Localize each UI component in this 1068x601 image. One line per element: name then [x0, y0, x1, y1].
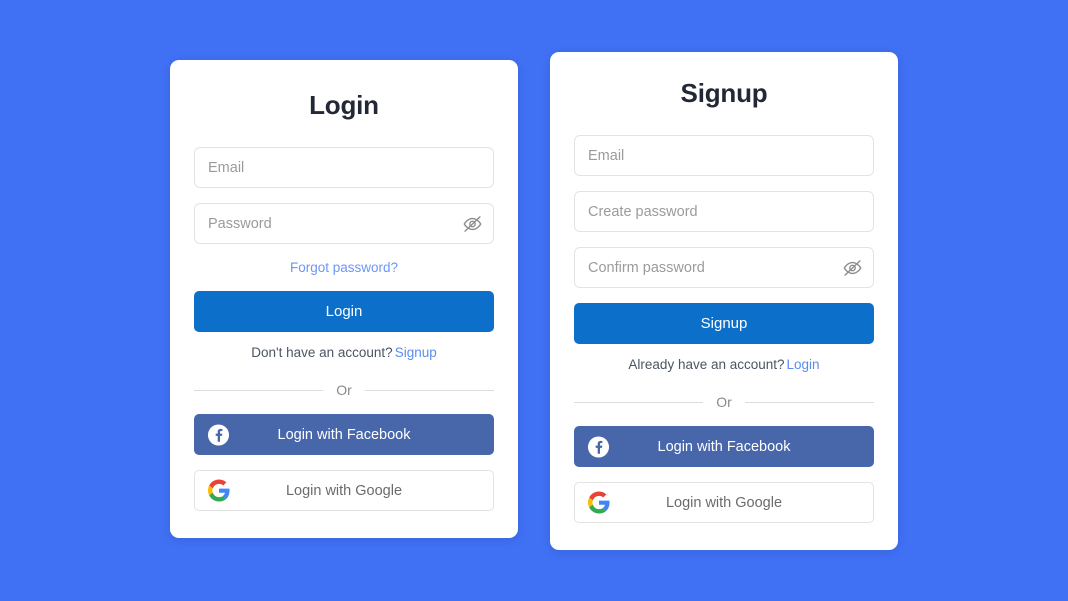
signup-create-password-input[interactable]	[574, 191, 874, 232]
signup-title: Signup	[680, 78, 768, 108]
divider-line-right	[744, 401, 874, 403]
signup-confirm-password-input[interactable]	[574, 247, 874, 288]
google-icon	[208, 479, 231, 502]
login-email-field-wrap	[194, 147, 494, 188]
google-icon	[588, 491, 611, 514]
login-email-input[interactable]	[194, 147, 494, 188]
signup-google-button[interactable]: Login with Google	[574, 482, 874, 523]
page-background: Login Forgot password? Login Don't have …	[0, 0, 1068, 601]
signup-google-label: Login with Google	[665, 494, 783, 511]
eye-off-icon[interactable]	[842, 257, 863, 278]
facebook-icon	[207, 423, 230, 446]
login-password-field-wrap	[194, 203, 494, 244]
forgot-password-row: Forgot password?	[194, 259, 494, 277]
login-switch-prompt: Don't have an account?	[251, 345, 393, 360]
signup-or-divider: Or	[574, 394, 874, 410]
divider-line-left	[194, 389, 324, 391]
login-facebook-label: Login with Facebook	[277, 426, 411, 443]
divider-label: Or	[716, 394, 732, 410]
signup-email-input[interactable]	[574, 135, 874, 176]
divider-line-left	[574, 401, 704, 403]
login-submit-button[interactable]: Login	[194, 291, 494, 332]
login-google-label: Login with Google	[285, 482, 403, 499]
facebook-icon	[587, 435, 610, 458]
signup-switch-prompt: Already have an account?	[628, 357, 785, 372]
signup-email-field-wrap	[574, 135, 874, 176]
login-link[interactable]: Login	[787, 357, 820, 372]
signup-switch-row: Already have an account? Login	[574, 357, 874, 372]
login-facebook-button[interactable]: Login with Facebook	[194, 414, 494, 455]
signup-confirm-password-field-wrap	[574, 247, 874, 288]
signup-create-password-field-wrap	[574, 191, 874, 232]
signup-link[interactable]: Signup	[395, 345, 437, 360]
divider-label: Or	[336, 382, 352, 398]
signup-card: Signup Signup Already have an account?Lo…	[550, 52, 898, 550]
login-or-divider: Or	[194, 382, 494, 398]
signup-submit-button[interactable]: Signup	[574, 303, 874, 344]
forgot-password-link[interactable]: Forgot password?	[290, 260, 398, 275]
login-password-input[interactable]	[194, 203, 494, 244]
divider-line-right	[364, 389, 494, 391]
signup-facebook-label: Login with Facebook	[657, 438, 791, 455]
eye-off-icon[interactable]	[462, 213, 483, 234]
signup-facebook-button[interactable]: Login with Facebook	[574, 426, 874, 467]
login-card: Login Forgot password? Login Don't have …	[170, 60, 518, 538]
login-google-button[interactable]: Login with Google	[194, 470, 494, 511]
login-switch-row: Don't have an account? Signup	[194, 345, 494, 360]
login-title: Login	[309, 90, 379, 120]
